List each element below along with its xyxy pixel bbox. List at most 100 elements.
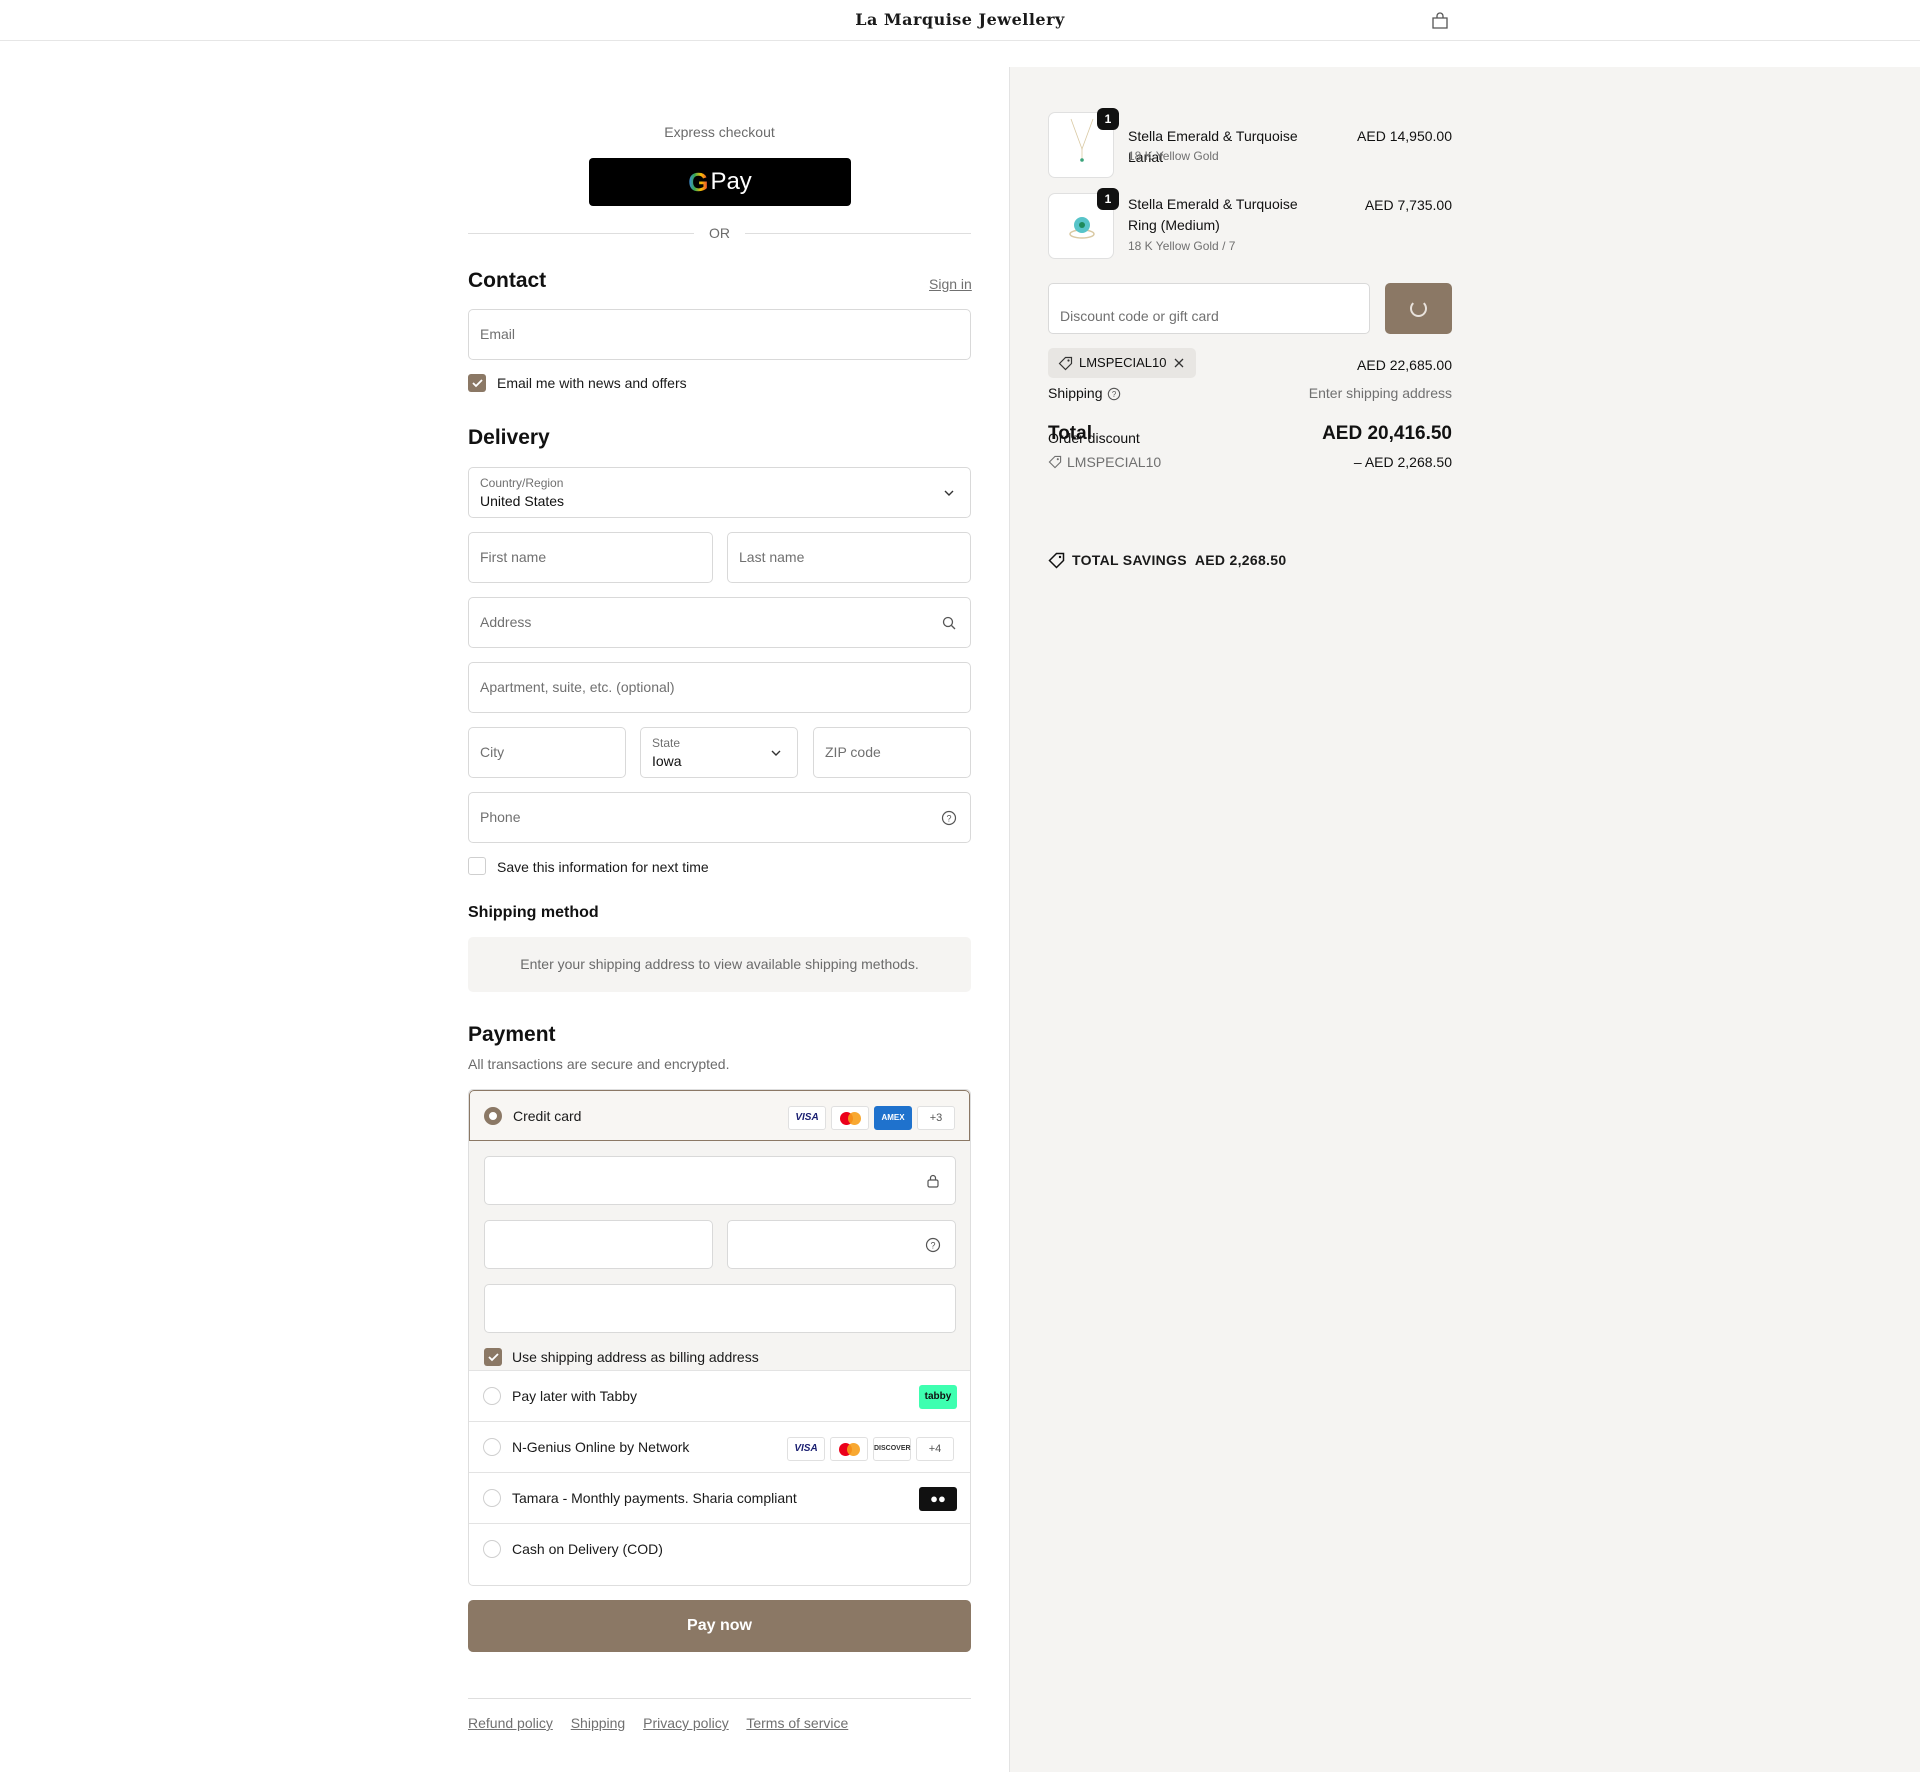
shipping-policy-link[interactable]: Shipping (571, 1715, 626, 1731)
savings-value: AED 2,268.50 (1194, 552, 1287, 568)
chevron-down-icon (944, 490, 954, 496)
credit-card-form: ? Use shipping address as billing addres… (469, 1141, 970, 1371)
phone-placeholder: Phone (480, 809, 521, 825)
discover-logo-icon: DISCOVER (873, 1437, 911, 1461)
payment-option-tamara[interactable]: Tamara - Monthly payments. Sharia compli… (469, 1473, 970, 1524)
order-discount-value: – AED 2,268.50 (1353, 454, 1452, 470)
shopping-bag-icon[interactable] (1430, 12, 1450, 30)
item-name: Stella Emerald & Turquoise Ring (Medium) (1128, 196, 1298, 233)
mastercard-logo-icon (830, 1437, 868, 1461)
privacy-policy-link[interactable]: Privacy policy (643, 1715, 729, 1731)
check-icon (472, 379, 483, 388)
ngenius-radio[interactable] (483, 1438, 501, 1456)
tabby-radio[interactable] (483, 1387, 501, 1405)
city-field[interactable]: City (468, 727, 626, 778)
apartment-placeholder: Apartment, suite, etc. (optional) (480, 679, 675, 695)
footer-links: Refund policy Shipping Privacy policy Te… (468, 1715, 862, 1731)
help-circle-icon[interactable]: ? (925, 1237, 941, 1253)
google-g-icon: G (688, 166, 709, 197)
email-field[interactable]: Email (468, 309, 971, 360)
shipping-method-message: Enter your shipping address to view avai… (468, 937, 971, 992)
payment-option-tabby[interactable]: Pay later with Tabby tabby (469, 1371, 970, 1422)
state-select[interactable]: State Iowa (640, 727, 798, 778)
more-cards-badge: +3 (917, 1106, 955, 1130)
payment-title: Payment (468, 1023, 556, 1046)
tabby-logo-icon: tabby (919, 1385, 957, 1409)
news-checkbox-label: Email me with news and offers (497, 375, 687, 391)
billing-address-checkbox[interactable] (484, 1348, 502, 1366)
first-name-placeholder: First name (480, 549, 547, 565)
refund-policy-link[interactable]: Refund policy (468, 1715, 553, 1731)
ngenius-label: N-Genius Online by Network (512, 1439, 690, 1455)
state-value: Iowa (652, 753, 682, 769)
svg-text:?: ? (1112, 390, 1117, 399)
country-select[interactable]: Country/Region United States (468, 467, 971, 518)
save-info-checkbox[interactable] (468, 857, 486, 875)
discount-code-input[interactable]: Discount code or gift card (1048, 283, 1370, 334)
item-variant: 18 K Yellow Gold / 7 (1128, 239, 1236, 253)
more-cards-badge: +4 (916, 1437, 954, 1461)
header: La Marquise Jewellery (0, 0, 1920, 41)
country-value: United States (480, 493, 565, 509)
payment-subtitle: All transactions are secure and encrypte… (468, 1056, 730, 1072)
card-number-field[interactable] (484, 1156, 956, 1205)
payment-option-credit-card[interactable]: Credit card VISA AMEX +3 (469, 1090, 970, 1141)
order-discount-label: Order discount (1048, 430, 1140, 446)
check-icon (488, 1353, 499, 1362)
apply-discount-button[interactable] (1385, 283, 1452, 334)
gpay-label: Pay (710, 168, 752, 195)
last-name-placeholder: Last name (739, 549, 805, 565)
visa-logo-icon: VISA (787, 1437, 825, 1461)
total-value: AED 20,416.50 (1322, 423, 1452, 444)
help-circle-icon[interactable]: ? (1107, 387, 1121, 401)
payment-methods: Credit card VISA AMEX +3 ? Use shipping … (468, 1089, 971, 1586)
expiration-date-field[interactable] (484, 1220, 713, 1269)
quantity-badge: 1 (1097, 108, 1119, 130)
total-savings: TOTAL SAVINGS AED 2,268.50 (1072, 552, 1294, 568)
billing-address-label: Use shipping address as billing address (512, 1349, 759, 1365)
phone-field[interactable]: Phone ? (468, 792, 971, 843)
tabby-label: Pay later with Tabby (512, 1388, 638, 1404)
applied-code-text: LMSPECIAL10 (1079, 355, 1167, 370)
chevron-down-icon (771, 750, 781, 756)
tag-icon (1048, 455, 1062, 469)
state-label: State (652, 736, 681, 750)
tag-icon (1058, 356, 1073, 371)
quantity-badge: 1 (1097, 188, 1119, 210)
news-checkbox[interactable] (468, 374, 486, 392)
name-on-card-field[interactable] (484, 1284, 956, 1333)
credit-card-radio[interactable] (484, 1107, 502, 1125)
shipping-value: Enter shipping address (1308, 385, 1452, 401)
mastercard-logo-icon (831, 1106, 869, 1130)
item-price: AED 7,735.00 (1364, 197, 1452, 213)
address-field[interactable]: Address (468, 597, 971, 648)
shipping-label: Shipping (1048, 385, 1103, 401)
cod-radio[interactable] (483, 1540, 501, 1558)
savings-label: TOTAL SAVINGS (1072, 552, 1187, 568)
payment-option-ngenius[interactable]: N-Genius Online by Network VISA DISCOVER… (469, 1422, 970, 1473)
security-code-field[interactable]: ? (727, 1220, 956, 1269)
loading-spinner-icon (1410, 300, 1427, 317)
tamara-radio[interactable] (483, 1489, 501, 1507)
help-circle-icon[interactable]: ? (941, 810, 957, 826)
brand-logo[interactable]: La Marquise Jewellery (0, 10, 1920, 29)
email-placeholder: Email (480, 326, 516, 342)
shipping-method-title: Shipping method (468, 904, 599, 921)
first-name-field[interactable]: First name (468, 532, 713, 583)
zip-field[interactable]: ZIP code (813, 727, 971, 778)
last-name-field[interactable]: Last name (727, 532, 971, 583)
visa-logo-icon: VISA (788, 1106, 826, 1130)
apartment-field[interactable]: Apartment, suite, etc. (optional) (468, 662, 971, 713)
payment-option-cod[interactable]: Cash on Delivery (COD) (469, 1524, 970, 1575)
tamara-logo-icon: ●● (919, 1487, 957, 1511)
subtotal-value: AED 22,685.00 (1357, 357, 1452, 373)
tamara-label: Tamara - Monthly payments. Sharia compli… (512, 1490, 797, 1506)
svg-text:?: ? (930, 1241, 935, 1251)
google-pay-button[interactable]: G Pay (589, 158, 851, 206)
terms-of-service-link[interactable]: Terms of service (746, 1715, 848, 1731)
sign-in-link[interactable]: Sign in (929, 276, 972, 292)
city-placeholder: City (480, 744, 505, 760)
pay-now-button[interactable]: Pay now (468, 1600, 971, 1652)
close-icon[interactable] (1173, 357, 1185, 369)
country-label: Country/Region (480, 476, 564, 490)
